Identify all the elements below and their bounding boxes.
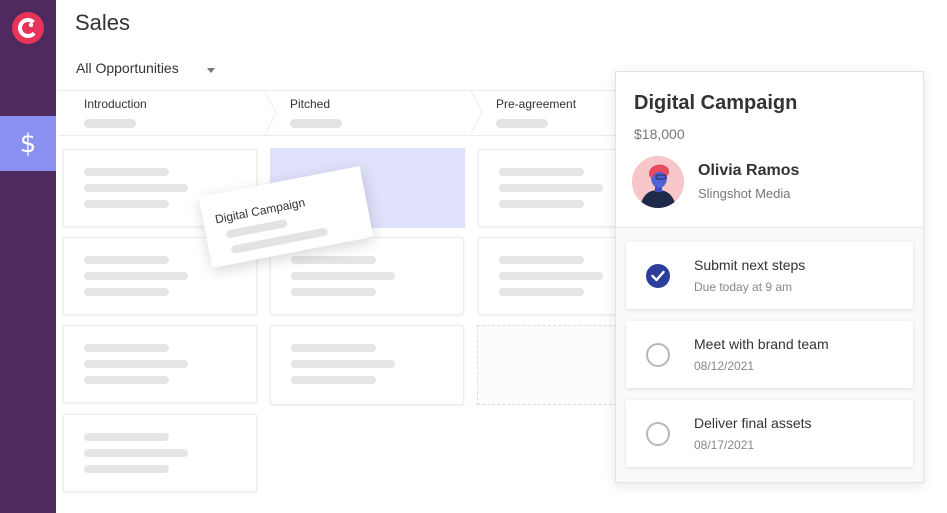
task-item[interactable]: Meet with brand team 08/12/2021 [626,321,913,388]
stage-introduction[interactable]: Introduction [58,91,268,135]
opportunity-card[interactable] [63,325,257,403]
page-title: Sales [75,10,131,35]
text-placeholder [291,288,376,296]
text-placeholder [84,344,169,352]
text-placeholder [84,433,169,441]
opportunity-card[interactable] [478,237,628,315]
text-placeholder [84,184,188,192]
text-placeholder [499,256,584,264]
task-title: Submit next steps [694,257,806,273]
text-placeholder [499,168,584,176]
text-placeholder [499,272,603,280]
task-item[interactable]: Submit next steps Due today at 9 am [626,242,913,309]
text-placeholder [84,168,169,176]
opportunity-card[interactable] [478,149,628,227]
task-item[interactable]: Deliver final assets 08/17/2021 [626,400,913,467]
text-placeholder [499,184,603,192]
stage-count-placeholder [290,119,342,128]
card-title: Digital Campaign [213,195,307,227]
stage-count-placeholder [84,119,136,128]
text-placeholder [291,360,395,368]
text-placeholder [84,376,169,384]
filter-label: All Opportunities [76,60,179,76]
task-title: Deliver final assets [694,415,812,431]
stage-label: Pitched [290,97,331,111]
opportunity-amount: $18,000 [634,126,685,142]
task-due: 08/17/2021 [694,438,755,452]
empty-drop-slot[interactable] [477,325,627,405]
task-checkbox-icon[interactable] [646,343,670,367]
text-placeholder [291,344,376,352]
dollar-icon: $ [19,128,37,159]
avatar[interactable] [632,156,684,208]
sidebar: $ [0,0,56,513]
text-placeholder [84,288,169,296]
opportunity-detail-panel: Digital Campaign $18,000 Olivia Ramos Sl… [615,71,924,483]
text-placeholder [84,449,188,457]
task-due: Due today at 9 am [694,280,793,294]
stage-label: Pre-agreement [496,97,577,111]
task-list: Submit next steps Due today at 9 am Meet… [616,228,923,482]
text-placeholder [84,256,169,264]
text-placeholder [291,272,395,280]
pipeline-stage-bar: Introduction Pitched Pre-agreement [58,90,658,136]
sidebar-item-sales[interactable]: $ [0,116,56,171]
text-placeholder [84,272,188,280]
text-placeholder [84,360,188,368]
opportunity-card[interactable] [270,325,464,405]
task-due: 08/12/2021 [694,359,755,373]
stage-pitched[interactable]: Pitched [268,91,473,135]
task-checkbox-checked-icon[interactable] [646,264,670,288]
text-placeholder [84,465,169,473]
opportunity-card[interactable] [63,414,257,492]
task-title: Meet with brand team [694,336,829,352]
contact-name[interactable]: Olivia Ramos [698,162,799,180]
text-placeholder [291,376,376,384]
opportunities-filter-dropdown[interactable]: All Opportunities [76,60,215,76]
task-checkbox-icon[interactable] [646,422,670,446]
text-placeholder [291,256,376,264]
logo-icon[interactable] [12,12,44,44]
stage-count-placeholder [496,119,548,128]
stage-label: Introduction [84,97,147,111]
text-placeholder [499,288,584,296]
text-placeholder [84,200,169,208]
opportunity-title: Digital Campaign [634,92,798,114]
contact-avatar-illustration [632,156,684,208]
contact-company: Slingshot Media [698,186,791,201]
chevron-down-icon [207,68,215,73]
text-placeholder [499,200,584,208]
